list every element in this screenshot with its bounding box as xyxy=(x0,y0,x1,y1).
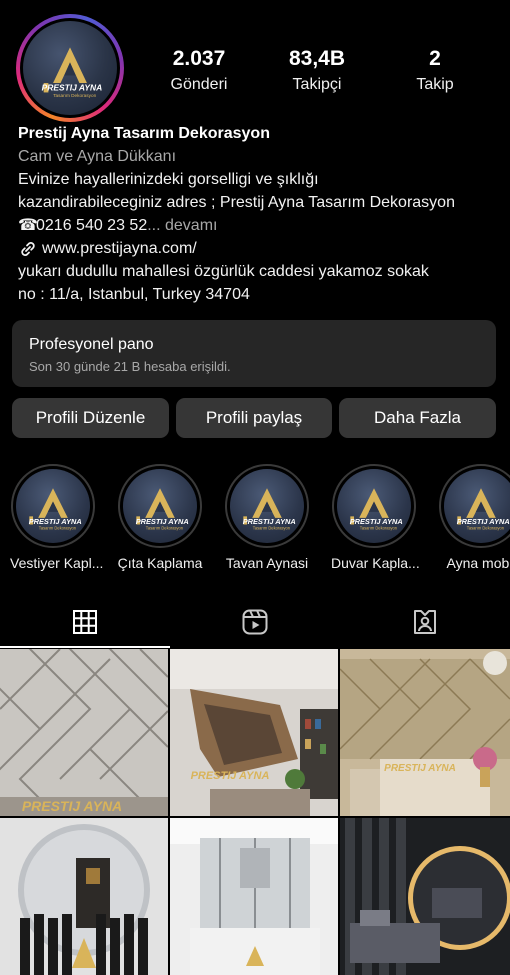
prestij-logo-icon: PRESTIJ AYNATasarım Dekorasyon xyxy=(136,488,189,531)
highlight-3[interactable]: PRESTIJ AYNA Tasarım Dekorasyon Tavan Ayna… xyxy=(224,464,310,572)
highlight-label: Vestiyer Kapl... xyxy=(10,555,104,571)
post-thumbnail-3[interactable]: PRESTIJ AYNA xyxy=(340,649,510,816)
highlight-cover: PRESTIJ AYNA Tasarım Dekorasyon xyxy=(337,469,411,543)
reels-icon xyxy=(242,609,268,635)
more-link[interactable]: ... devamı xyxy=(147,217,217,234)
profile-avatar[interactable]: PRESTIJ AYNA Tasarım Dekorasyon xyxy=(16,14,124,122)
link-icon xyxy=(21,241,35,256)
edit-profile-button[interactable]: Profili Düzenle xyxy=(12,398,169,438)
highlight-ring: PRESTIJ AYNA Tasarım Dekorasyon xyxy=(11,464,95,548)
post-image-4 xyxy=(0,818,168,975)
stat-followers[interactable]: 83,4B Takipçi xyxy=(262,46,372,96)
post-image-2: PRESTIJ AYNA xyxy=(170,649,338,816)
more-button[interactable]: Daha Fazla xyxy=(339,398,496,438)
svg-text:Tasarım Dekorasyon: Tasarım Dekorasyon xyxy=(39,526,76,531)
share-profile-button[interactable]: Profili paylaş xyxy=(176,398,332,438)
profile-header: PRESTIJ AYNA Tasarım Dekorasyon 2.037 Gö… xyxy=(0,0,510,122)
profile-stats: 2.037 Gönderi 83,4B Takipçi 2 Takip xyxy=(140,46,510,96)
highlight-cover: PRESTIJ AYNA Tasarım Dekorasyon xyxy=(123,469,197,543)
tab-reels[interactable] xyxy=(170,598,340,646)
profile-name: Prestij Ayna Tasarım Dekorasyon xyxy=(18,125,270,142)
post-thumbnail-6[interactable] xyxy=(340,818,510,975)
post-image-5 xyxy=(170,818,338,975)
grid-icon xyxy=(73,610,97,634)
bio-phone: 0216 540 23 52 xyxy=(36,217,148,234)
bio-phone-row: ☎0216 540 23 52... devamı xyxy=(18,214,498,237)
svg-text:PRESTIJ AYNA: PRESTIJ AYNA xyxy=(243,517,296,526)
followers-label: Takipçi xyxy=(292,76,342,93)
prestij-logo-icon: PRESTIJ AYNATasarım Dekorasyon xyxy=(243,488,296,531)
dashboard-subtitle: Son 30 günde 21 B hesaba erişildi. xyxy=(29,359,231,374)
highlight-label: Ayna mobil xyxy=(446,555,510,571)
posts-grid: PRESTIJ AYNA PRESTIJ AYNA PRESTIJ AYNA xyxy=(0,649,510,975)
stat-following[interactable]: 2 Takip xyxy=(380,46,490,96)
highlight-ring: PRESTIJ AYNA Tasarım Dekorasyon xyxy=(118,464,202,548)
website-row[interactable]: www.prestijayna.com/ xyxy=(18,237,498,260)
post-thumbnail-1[interactable]: PRESTIJ AYNA xyxy=(0,649,168,816)
highlight-cover: PRESTIJ AYNA Tasarım Dekorasyon xyxy=(16,469,90,543)
bio-line-2: kazandirabileceginiz adres ; Prestij Ayn… xyxy=(18,194,455,211)
post-watermark-1: PRESTIJ AYNA xyxy=(22,798,122,814)
logo-image: PRESTIJ AYNA Tasarım Dekorasyon xyxy=(23,21,117,115)
svg-text:Tasarım Dekorasyon: Tasarım Dekorasyon xyxy=(146,526,183,531)
followers-count: 83,4B xyxy=(288,47,346,70)
svg-text:PRESTIJ AYNA: PRESTIJ AYNA xyxy=(350,517,403,526)
professional-dashboard[interactable]: Profesyonel pano Son 30 günde 21 B hesab… xyxy=(12,320,496,387)
prestij-logo-icon: PRESTIJ AYNATasarım Dekorasyon xyxy=(29,488,82,531)
post-thumbnail-2[interactable]: PRESTIJ AYNA xyxy=(170,649,338,816)
tagged-icon xyxy=(414,610,436,634)
address-line-2: no : 11/a, Istanbul, Turkey 34704 xyxy=(18,286,250,303)
highlight-1[interactable]: PRESTIJ AYNA Tasarım Dekorasyon Vestiyer K… xyxy=(10,464,104,572)
highlight-label: Çıta Kaplama xyxy=(117,555,203,571)
tab-tagged[interactable] xyxy=(340,598,510,646)
website-link[interactable]: www.prestijayna.com/ xyxy=(42,237,197,260)
tab-posts[interactable] xyxy=(0,598,170,648)
profile-category: Cam ve Ayna Dükkanı xyxy=(18,148,177,165)
dashboard-title: Profesyonel pano xyxy=(29,336,154,353)
posts-count: 2.037 xyxy=(172,47,226,70)
highlight-4[interactable]: PRESTIJ AYNA Tasarım Dekorasyon Duvar Kapl… xyxy=(331,464,420,572)
svg-text:PRESTIJ AYNA: PRESTIJ AYNA xyxy=(42,83,103,93)
post-image-6 xyxy=(340,818,510,975)
highlight-ring: PRESTIJ AYNA Tasarım Dekorasyon xyxy=(332,464,416,548)
active-tab-indicator xyxy=(0,646,170,648)
content-tabs xyxy=(0,598,510,648)
post-watermark-3: PRESTIJ AYNA xyxy=(384,763,456,774)
phone-icon: ☎ xyxy=(18,217,38,234)
stat-posts[interactable]: 2.037 Gönderi xyxy=(144,46,254,96)
highlight-ring: PRESTIJ AYNA Tasarım Dekorasyon xyxy=(439,464,510,548)
svg-text:Tasarım Dekorasyon: Tasarım Dekorasyon xyxy=(53,93,96,98)
highlight-ring: PRESTIJ AYNA Tasarım Dekorasyon xyxy=(225,464,309,548)
prestij-logo-icon: PRESTIJ AYNATasarım Dekorasyon xyxy=(457,488,510,531)
highlight-5[interactable]: PRESTIJ AYNA Tasarım Dekorasyon Ayna mobil xyxy=(438,464,510,572)
following-label: Takip xyxy=(416,76,454,93)
post-image-3: PRESTIJ AYNA xyxy=(340,649,510,816)
svg-text:PRESTIJ AYNA: PRESTIJ AYNA xyxy=(29,517,82,526)
post-thumbnail-5[interactable] xyxy=(170,818,338,975)
svg-text:Tasarım Dekorasyon: Tasarım Dekorasyon xyxy=(467,526,504,531)
following-count: 2 xyxy=(429,47,441,70)
highlight-2[interactable]: PRESTIJ AYNA Tasarım Dekorasyon Çıta Kapla… xyxy=(117,464,203,572)
post-watermark-2: PRESTIJ AYNA xyxy=(191,770,270,782)
svg-text:PRESTIJ AYNA: PRESTIJ AYNA xyxy=(136,517,189,526)
posts-label: Gönderi xyxy=(170,76,228,93)
profile-bio: Prestij Ayna Tasarım Dekorasyon Cam ve A… xyxy=(18,122,498,306)
svg-text:Tasarım Dekorasyon: Tasarım Dekorasyon xyxy=(360,526,397,531)
highlight-label: Duvar Kapla... xyxy=(331,555,420,571)
post-image-1: PRESTIJ AYNA xyxy=(0,649,168,816)
highlight-label: Tavan Aynasi xyxy=(225,555,309,571)
highlight-cover: PRESTIJ AYNA Tasarım Dekorasyon xyxy=(230,469,304,543)
prestij-logo-icon: PRESTIJ AYNA Tasarım Dekorasyon xyxy=(42,47,103,98)
svg-text:PRESTIJ AYNA: PRESTIJ AYNA xyxy=(457,517,510,526)
bio-line-1: Evinize hayallerinizdeki gorselligi ve ş… xyxy=(18,171,319,188)
address-line-1: yukarı dudullu mahallesi özgürlük caddes… xyxy=(18,263,429,280)
highlight-cover: PRESTIJ AYNA Tasarım Dekorasyon xyxy=(444,469,510,543)
prestij-logo-icon: PRESTIJ AYNATasarım Dekorasyon xyxy=(350,488,403,531)
post-thumbnail-4[interactable] xyxy=(0,818,168,975)
svg-text:Tasarım Dekorasyon: Tasarım Dekorasyon xyxy=(253,526,290,531)
